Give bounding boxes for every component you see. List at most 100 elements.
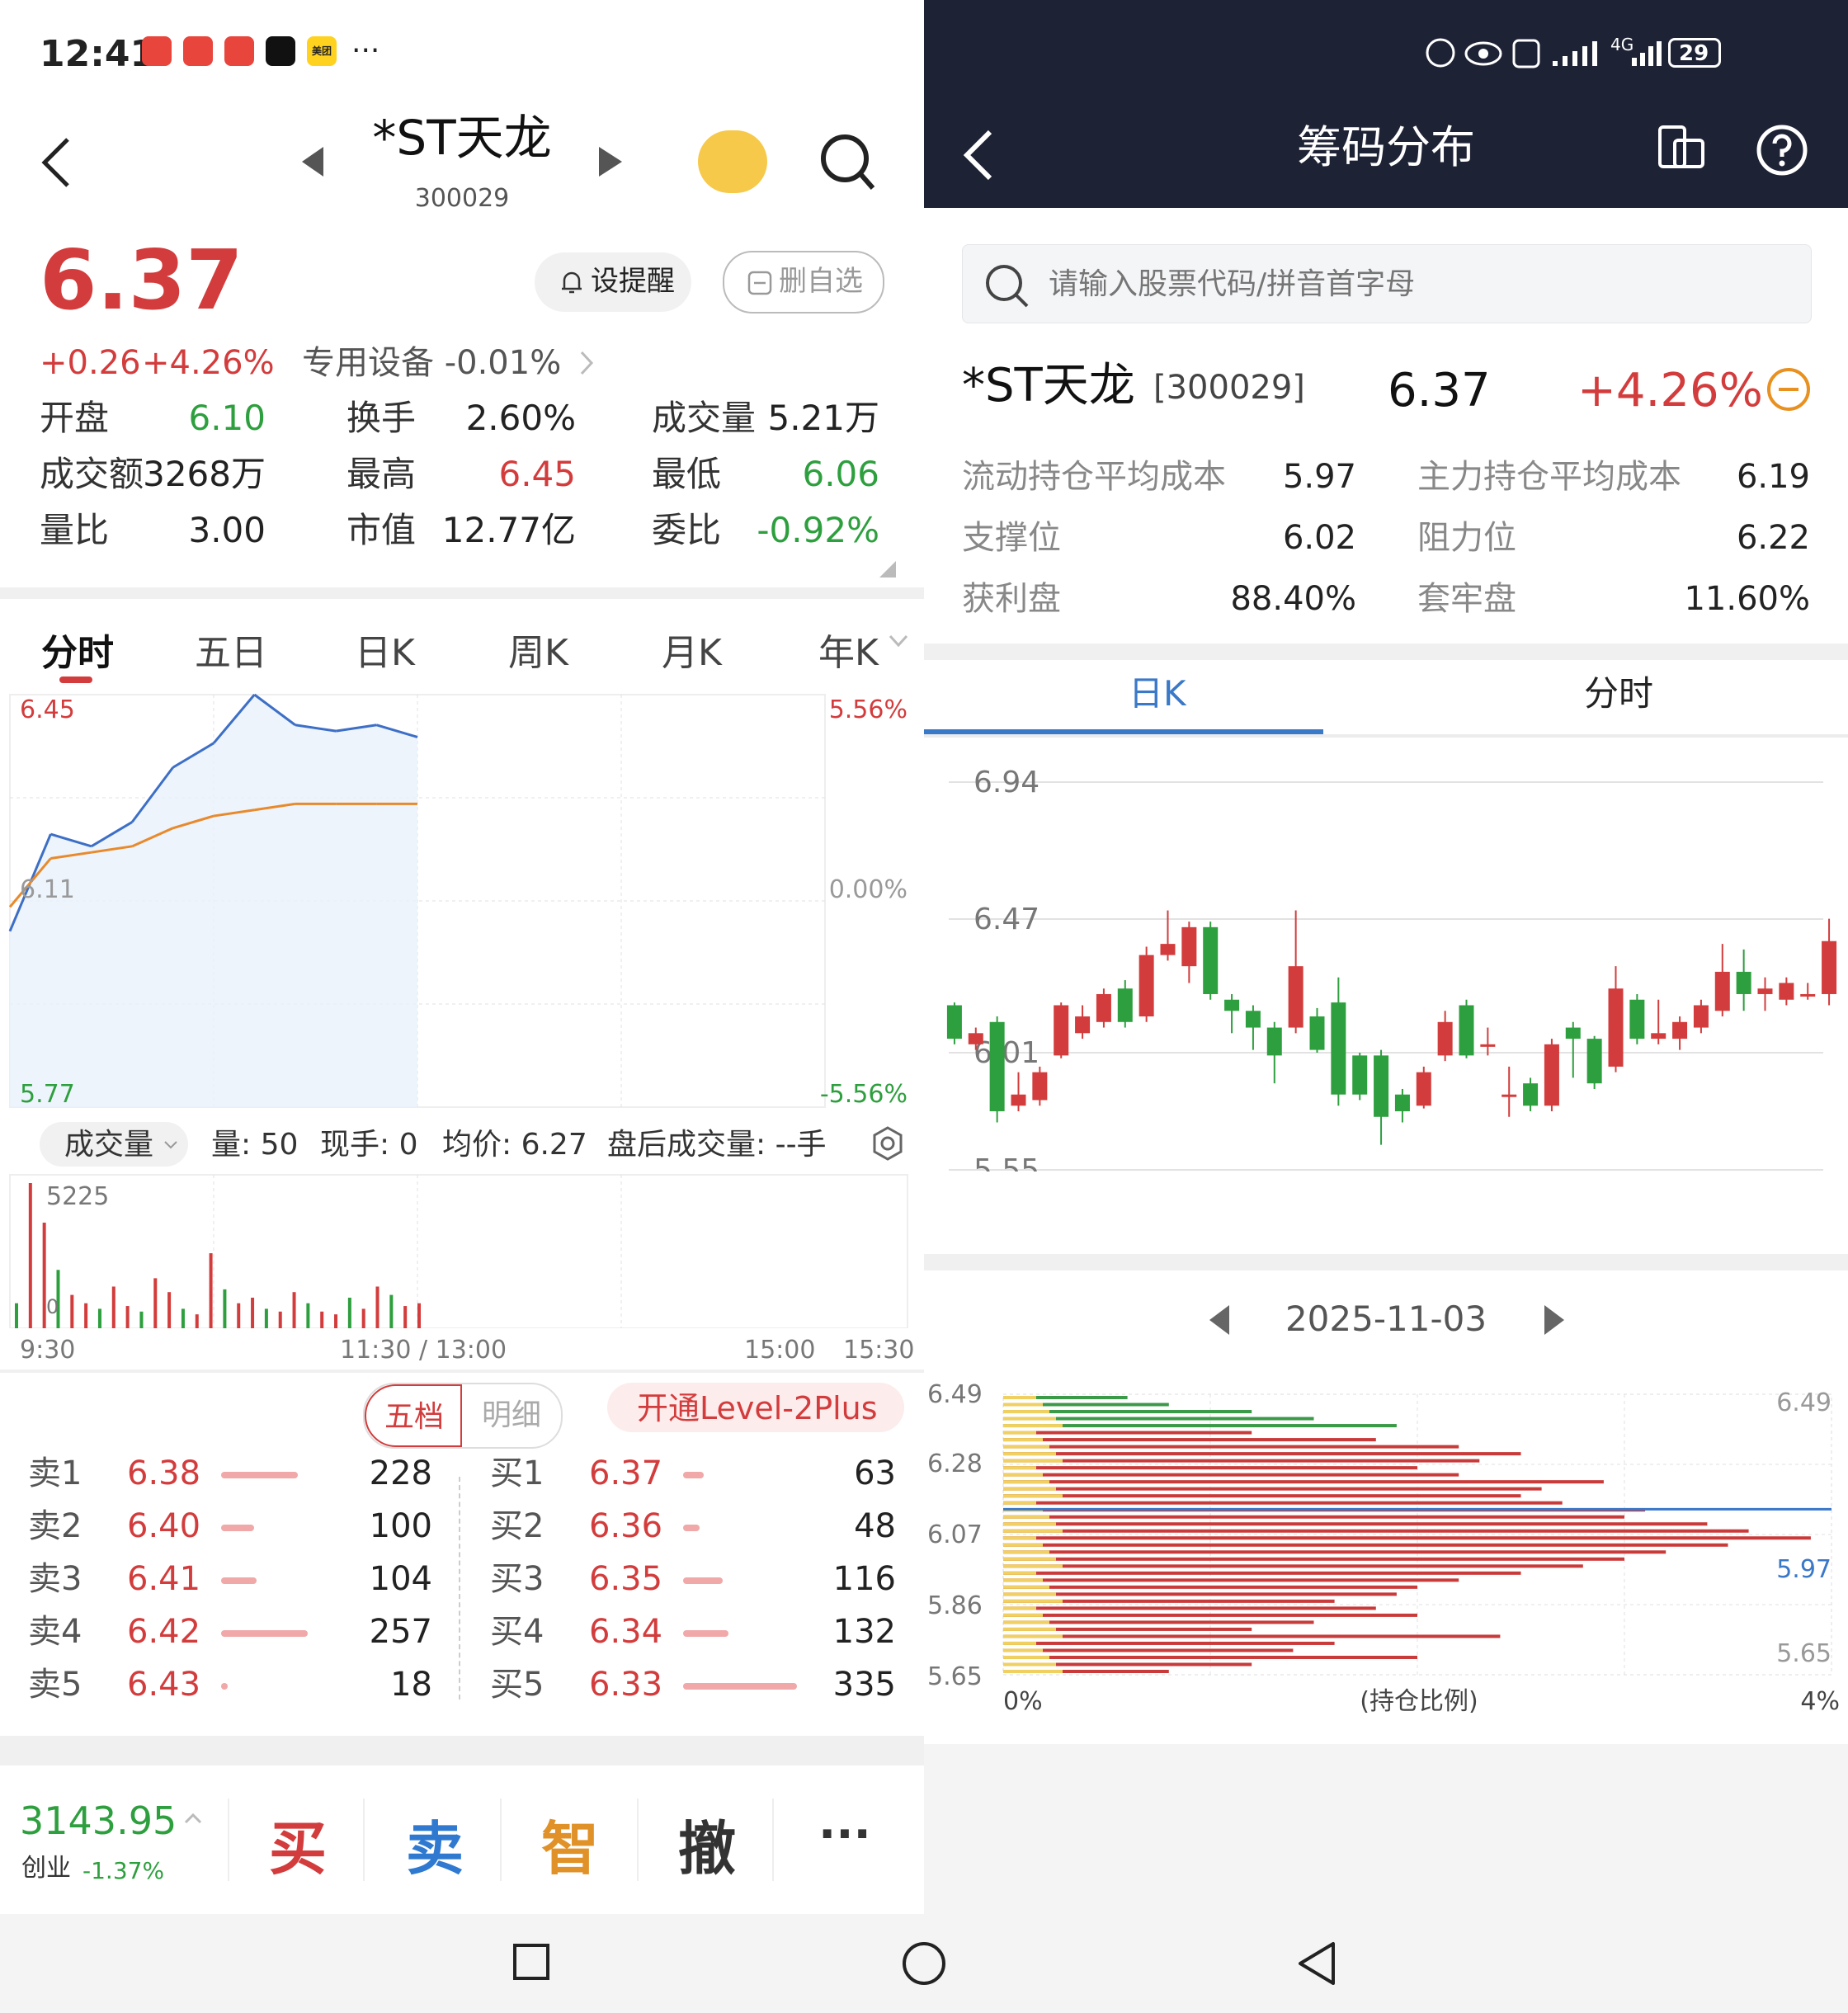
divider xyxy=(772,1798,774,1881)
recent-apps-icon[interactable] xyxy=(512,1942,551,1982)
candle-body xyxy=(1672,1021,1688,1040)
bid-price[interactable]: 6.33 xyxy=(589,1668,662,1701)
cancel-order-button[interactable]: 撤 xyxy=(678,1803,736,1886)
remove-watchlist-icon[interactable] xyxy=(1766,366,1812,412)
settings-icon[interactable] xyxy=(870,1125,906,1162)
system-nav-bar xyxy=(0,1914,1848,2013)
bid-volume: 132 xyxy=(832,1613,896,1651)
ask-price[interactable]: 6.38 xyxy=(127,1457,200,1490)
candle-body xyxy=(1586,1039,1602,1084)
ask-price[interactable]: 6.42 xyxy=(127,1615,200,1648)
volume-bar xyxy=(125,1306,130,1328)
chip-x-title: (持仓比例) xyxy=(1360,1687,1478,1716)
ask-label: 卖5 xyxy=(28,1666,82,1704)
stat-label: 开盘 xyxy=(40,398,110,438)
chip-bar-profit xyxy=(1003,1501,1036,1505)
volume-dropdown[interactable]: 成交量 xyxy=(40,1122,188,1167)
ask-price[interactable]: 6.40 xyxy=(127,1510,200,1543)
buy-button[interactable]: 买 xyxy=(269,1803,327,1886)
y-axis-low: 5.77 xyxy=(20,1080,75,1109)
prev-date-icon[interactable] xyxy=(1209,1305,1231,1335)
ask-label: 卖1 xyxy=(28,1454,82,1492)
volume-bar xyxy=(28,1183,32,1328)
chip-bar xyxy=(1003,1606,1376,1610)
divider xyxy=(924,1254,1848,1270)
divider xyxy=(0,1370,924,1373)
bell-icon xyxy=(562,271,582,294)
chip-bar-profit xyxy=(1003,1543,1043,1547)
after-hours-volume-info: 盘后成交量: --手 xyxy=(607,1128,827,1162)
volume-info: 量: 50 xyxy=(211,1128,299,1162)
chevron-up-icon[interactable] xyxy=(183,1812,203,1825)
search-icon[interactable] xyxy=(818,132,876,193)
bid-price[interactable]: 6.35 xyxy=(589,1563,662,1596)
tab-4[interactable]: 月K xyxy=(662,623,722,676)
search-bar[interactable] xyxy=(962,244,1812,323)
next-date-icon[interactable] xyxy=(1543,1305,1564,1335)
bid-price[interactable]: 6.37 xyxy=(589,1457,662,1490)
level2-upgrade-link[interactable]: 开通Level-2Plus xyxy=(607,1383,904,1432)
next-stock-icon[interactable] xyxy=(599,147,622,177)
tab-daily-k[interactable]: 日K xyxy=(1129,676,1186,711)
ask-price[interactable]: 6.41 xyxy=(127,1563,200,1596)
tab-2[interactable]: 日K xyxy=(355,623,415,676)
chip-distribution-chart[interactable]: 6.49 6.28 6.07 5.86 5.65 6.49 5.97 5.65 0% (持仓比例)… xyxy=(924,1370,1848,1732)
chip-bar-profit xyxy=(1003,1487,1056,1491)
chip-bar-profit xyxy=(1003,1550,1049,1554)
stat-label: 成交量 xyxy=(652,398,757,438)
chip-bar xyxy=(1003,1438,1376,1442)
set-alert-button[interactable]: 设提醒 xyxy=(535,252,691,312)
tab-details[interactable]: 明细 xyxy=(482,1401,541,1431)
ask-price[interactable]: 6.43 xyxy=(127,1668,200,1701)
back-icon[interactable] xyxy=(962,129,995,182)
metric-label: 获利盘 xyxy=(962,580,1061,618)
stat-value: 12.77亿 xyxy=(441,510,576,550)
sell-button[interactable]: 卖 xyxy=(406,1803,464,1886)
chip-axis-label-right: 5.97 xyxy=(1776,1555,1832,1584)
bid-price[interactable]: 6.36 xyxy=(589,1510,662,1543)
index-value[interactable]: 3143.95 xyxy=(20,1802,177,1840)
back-icon[interactable] xyxy=(40,136,73,189)
home-icon[interactable] xyxy=(901,1940,947,1987)
orderbook-divider xyxy=(459,1477,460,1700)
expand-corner-icon[interactable] xyxy=(879,561,896,578)
chip-bar-profit xyxy=(1003,1402,1043,1407)
candle-body xyxy=(1502,1094,1517,1097)
divider xyxy=(924,644,1848,660)
tab-intraday[interactable]: 分时 xyxy=(1584,676,1653,711)
ask-volume: 104 xyxy=(369,1560,432,1598)
candle-body xyxy=(1138,955,1154,1017)
mascot-icon[interactable] xyxy=(698,130,767,193)
intraday-chart[interactable] xyxy=(0,685,924,1114)
landscape-icon[interactable] xyxy=(1657,122,1706,172)
candle-body xyxy=(1203,926,1219,994)
tab-0[interactable]: 分时 xyxy=(41,623,114,676)
nav-back-icon[interactable] xyxy=(1295,1940,1338,1987)
chip-bar xyxy=(1003,1466,1417,1470)
bid-price[interactable]: 6.34 xyxy=(589,1615,662,1648)
volume-bar xyxy=(153,1278,158,1328)
search-input[interactable] xyxy=(1047,257,1776,311)
remove-watchlist-button[interactable]: 删自选 xyxy=(723,251,884,314)
candle-body xyxy=(1075,1016,1091,1034)
chip-bar-profit xyxy=(1003,1480,1049,1484)
more-actions-button[interactable]: ··· xyxy=(818,1812,871,1858)
smart-button[interactable]: 智 xyxy=(541,1803,599,1886)
help-icon[interactable] xyxy=(1756,124,1808,177)
tiktok-icon xyxy=(266,36,295,66)
volume-chart xyxy=(9,1174,908,1328)
metric-label: 主力持仓平均成本 xyxy=(1417,458,1681,496)
tab-five-levels[interactable]: 五档 xyxy=(365,1384,462,1447)
tab-1[interactable]: 五日 xyxy=(195,623,267,676)
volume-bar xyxy=(278,1311,282,1328)
chevron-down-icon[interactable] xyxy=(888,634,909,648)
stat-value: 3.00 xyxy=(188,510,266,550)
tab-5[interactable]: 年K xyxy=(818,623,879,676)
volume-dropdown-label: 成交量 xyxy=(64,1128,154,1162)
sector-link[interactable]: 专用设备 -0.01% xyxy=(302,346,561,380)
pct-axis-mid: 0.00% xyxy=(828,875,908,904)
prev-stock-icon[interactable] xyxy=(302,147,325,177)
tab-3[interactable]: 周K xyxy=(508,623,568,676)
daily-kline-chart[interactable]: 6.94 6.47 6.01 5.55 xyxy=(924,742,1848,1172)
volume-bar xyxy=(361,1308,365,1328)
